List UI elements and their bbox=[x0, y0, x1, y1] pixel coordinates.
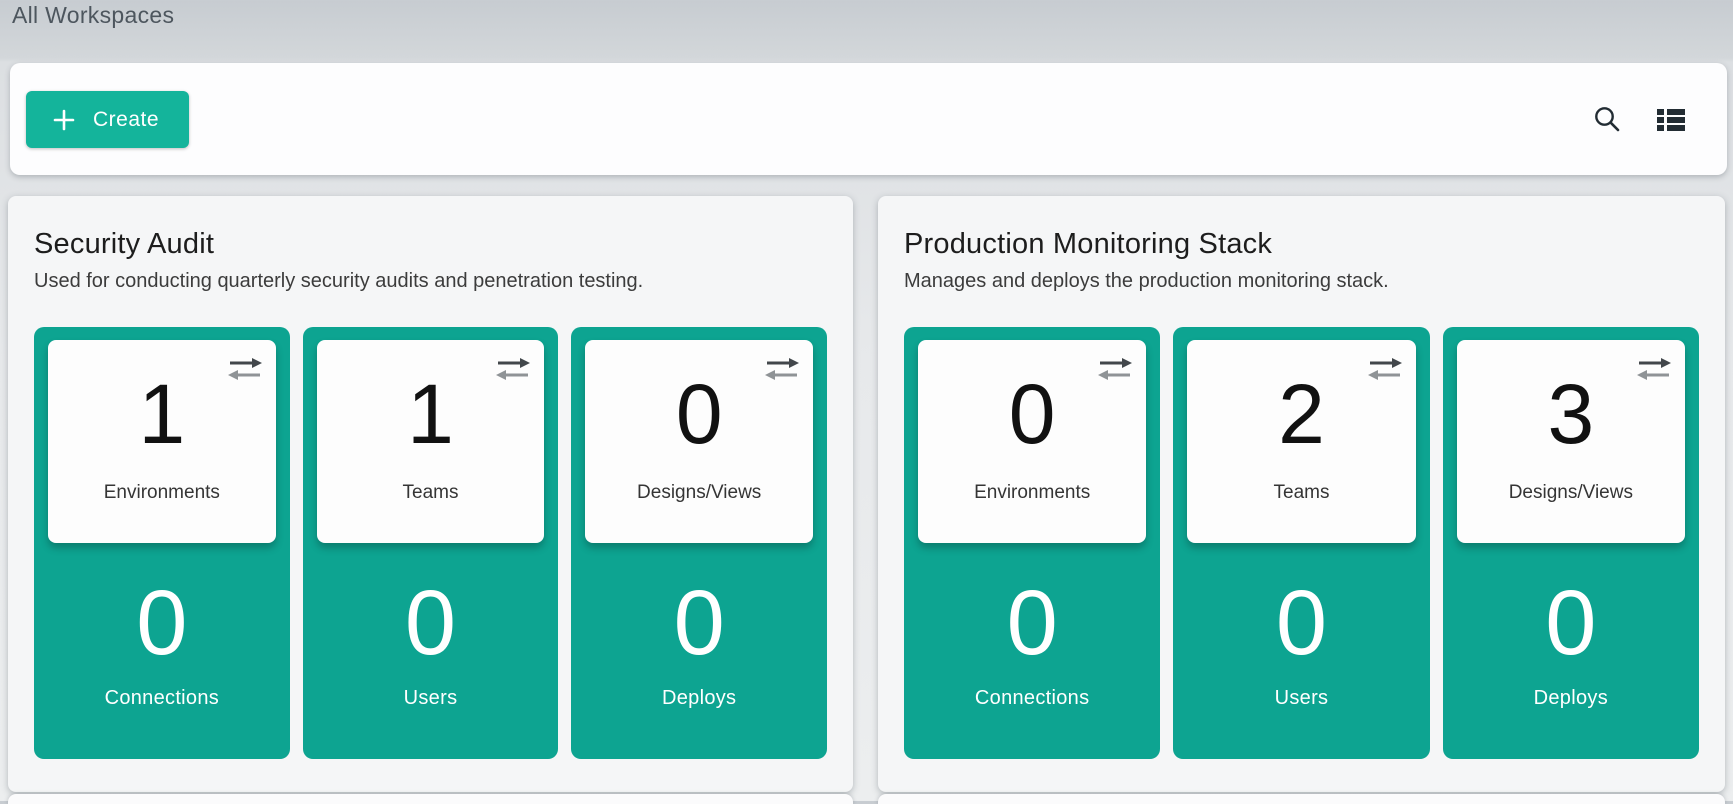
search-icon[interactable] bbox=[1591, 103, 1623, 135]
stat-tile-top: 1 Teams bbox=[317, 340, 545, 543]
stat-tile-bottom: 0 Deploys bbox=[1443, 543, 1699, 710]
stat-tile-bottom: 0 Deploys bbox=[571, 543, 827, 710]
stat-value: 3 bbox=[1547, 372, 1594, 456]
stat-value: 0 bbox=[676, 372, 723, 456]
next-row-card-partial bbox=[878, 794, 1725, 804]
swap-arrows-icon[interactable] bbox=[495, 356, 531, 383]
workspace-description: Manages and deploys the production monit… bbox=[904, 270, 1699, 293]
stat-tile-bottom: 0 Users bbox=[1173, 543, 1429, 710]
stat-value: 0 bbox=[674, 577, 725, 669]
stat-label: Environments bbox=[104, 482, 220, 504]
workspace-stats-row: 1 Environments 0 Connections 1 bbox=[34, 327, 827, 759]
page-title: All Workspaces bbox=[12, 2, 174, 29]
stat-value: 0 bbox=[1545, 577, 1596, 669]
create-workspace-button[interactable]: Create bbox=[26, 91, 189, 148]
stat-label: Teams bbox=[1274, 482, 1330, 504]
stat-value: 1 bbox=[138, 372, 185, 456]
stat-label: Users bbox=[404, 687, 458, 710]
stat-tile-top: 2 Teams bbox=[1187, 340, 1415, 543]
stat-value: 0 bbox=[1276, 577, 1327, 669]
stat-label: Designs/Views bbox=[637, 482, 761, 504]
swap-arrows-icon[interactable] bbox=[764, 356, 800, 383]
stat-tile-environments[interactable]: 1 Environments 0 Connections bbox=[34, 327, 290, 759]
stat-tile-designs-views[interactable]: 3 Designs/Views 0 Deploys bbox=[1443, 327, 1699, 759]
stat-value: 1 bbox=[407, 372, 454, 456]
stat-tile-designs-views[interactable]: 0 Designs/Views 0 Deploys bbox=[571, 327, 827, 759]
workspace-description: Used for conducting quarterly security a… bbox=[34, 270, 827, 293]
swap-arrows-icon[interactable] bbox=[227, 356, 263, 383]
swap-arrows-icon[interactable] bbox=[1097, 356, 1133, 383]
workspace-card-security-audit[interactable]: Security Audit Used for conducting quart… bbox=[8, 196, 853, 792]
stat-tile-top: 3 Designs/Views bbox=[1457, 340, 1685, 543]
stat-tile-teams[interactable]: 1 Teams 0 Users bbox=[303, 327, 559, 759]
stat-label: Users bbox=[1275, 687, 1329, 710]
stat-value: 0 bbox=[405, 577, 456, 669]
stat-label: Deploys bbox=[1534, 687, 1608, 710]
stat-value: 2 bbox=[1278, 372, 1325, 456]
stat-value: 0 bbox=[136, 577, 187, 669]
workspaces-toolbar: Create bbox=[10, 63, 1727, 175]
stat-label: Connections bbox=[975, 687, 1089, 710]
stat-label: Environments bbox=[974, 482, 1090, 504]
stat-tile-bottom: 0 Users bbox=[303, 543, 559, 710]
list-view-icon[interactable] bbox=[1653, 101, 1689, 137]
stat-tile-top: 1 Environments bbox=[48, 340, 276, 543]
workspace-stats-row: 0 Environments 0 Connections 2 bbox=[904, 327, 1699, 759]
next-row-card-partial bbox=[8, 794, 853, 804]
stat-value: 0 bbox=[1007, 577, 1058, 669]
stat-label: Teams bbox=[403, 482, 459, 504]
workspace-title: Production Monitoring Stack bbox=[904, 228, 1699, 261]
plus-icon bbox=[52, 108, 76, 132]
stat-label: Connections bbox=[105, 687, 219, 710]
create-button-label: Create bbox=[93, 108, 159, 132]
stat-tile-bottom: 0 Connections bbox=[34, 543, 290, 710]
workspace-card-production-monitoring-stack[interactable]: Production Monitoring Stack Manages and … bbox=[878, 196, 1725, 792]
workspace-title: Security Audit bbox=[34, 228, 827, 261]
stat-tile-top: 0 Designs/Views bbox=[585, 340, 813, 543]
swap-arrows-icon[interactable] bbox=[1636, 356, 1672, 383]
stat-tile-teams[interactable]: 2 Teams 0 Users bbox=[1173, 327, 1429, 759]
stat-tile-environments[interactable]: 0 Environments 0 Connections bbox=[904, 327, 1160, 759]
stat-label: Designs/Views bbox=[1509, 482, 1633, 504]
swap-arrows-icon[interactable] bbox=[1367, 356, 1403, 383]
stat-label: Deploys bbox=[662, 687, 736, 710]
stat-tile-bottom: 0 Connections bbox=[904, 543, 1160, 710]
stat-value: 0 bbox=[1009, 372, 1056, 456]
stat-tile-top: 0 Environments bbox=[918, 340, 1146, 543]
